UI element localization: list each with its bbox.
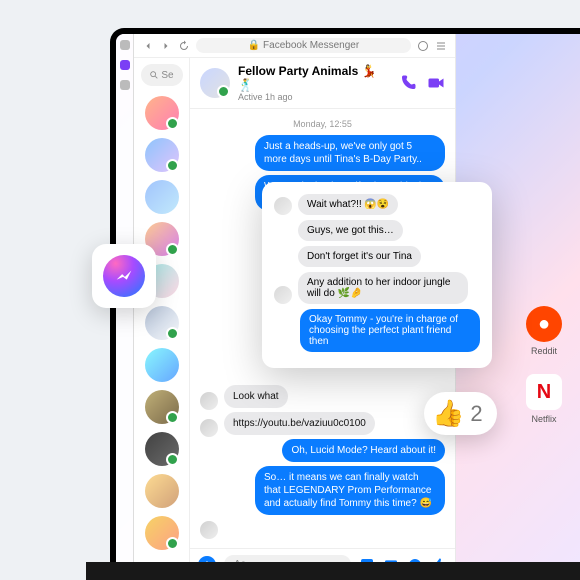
conversation-sidebar: Se: [134, 58, 190, 580]
chat-popup-card: Wait what?!! 😱😵 Guys, we got this… Don't…: [262, 182, 492, 368]
messenger-logo-card: [92, 244, 156, 308]
popup-row: Guys, we got this…: [274, 220, 480, 241]
browser-address-bar: 🔒 Facebook Messenger: [134, 34, 455, 58]
popup-message-received[interactable]: Don't forget it's our Tina: [298, 246, 421, 267]
laptop-base: [86, 562, 580, 580]
popup-row: Don't forget it's our Tina: [274, 246, 480, 267]
conversation-avatar[interactable]: [145, 390, 179, 424]
forward-icon[interactable]: [160, 40, 172, 52]
message-sent[interactable]: Just a heads-up, we've only got 5 more d…: [255, 135, 445, 171]
chat-subtitle: Active 1h ago: [238, 92, 391, 102]
menu-icon[interactable]: [435, 40, 447, 52]
lock-icon: 🔒: [248, 40, 260, 51]
popup-row: Any addition to her indoor jungle will d…: [274, 272, 480, 304]
conversation-avatar[interactable]: [145, 306, 179, 340]
messenger-icon: [103, 255, 145, 297]
smile-icon[interactable]: [417, 40, 429, 52]
conversation-avatar[interactable]: [145, 432, 179, 466]
popup-message-received[interactable]: Wait what?!! 😱😵: [298, 194, 398, 215]
search-icon: [149, 70, 159, 80]
chat-header: Fellow Party Animals 💃🕺 Active 1h ago: [190, 58, 455, 109]
back-icon[interactable]: [142, 40, 154, 52]
reaction-pill[interactable]: 👍 2: [424, 392, 497, 435]
rail-icon[interactable]: [120, 80, 130, 90]
reaction-count: 2: [470, 401, 482, 427]
conversation-avatar[interactable]: [145, 474, 179, 508]
day-stamp: Monday, 12:55: [200, 119, 445, 129]
conversation-avatar[interactable]: [145, 516, 179, 550]
message-received[interactable]: Look what: [224, 385, 288, 408]
address-field[interactable]: 🔒 Facebook Messenger: [196, 38, 411, 53]
conversation-avatar[interactable]: [145, 96, 179, 130]
phone-icon[interactable]: [399, 74, 417, 92]
search-text: Se: [161, 70, 173, 81]
thumbs-up-icon: 👍: [432, 398, 464, 429]
sender-avatar[interactable]: [200, 392, 218, 410]
message-row: [200, 521, 445, 539]
conversation-avatar[interactable]: [145, 180, 179, 214]
popup-message-received[interactable]: Guys, we got this…: [298, 220, 403, 241]
chat-title: Fellow Party Animals 💃🕺: [238, 64, 391, 92]
tile-label: Reddit: [526, 346, 562, 356]
message-received[interactable]: https://youtu.be/vaziuu0c0100: [224, 412, 375, 435]
conversation-avatar[interactable]: [145, 138, 179, 172]
conversation-avatar[interactable]: [145, 348, 179, 382]
rail-icon[interactable]: [120, 40, 130, 50]
message-sent[interactable]: So… it means we can finally watch that L…: [255, 466, 445, 515]
page-title: Facebook Messenger: [263, 40, 359, 51]
netflix-icon: N: [526, 374, 562, 410]
message-row: Look what: [200, 383, 445, 410]
sender-avatar[interactable]: [274, 286, 292, 304]
sender-avatar[interactable]: [274, 197, 292, 215]
popup-message-received[interactable]: Any addition to her indoor jungle will d…: [298, 272, 468, 304]
refresh-icon[interactable]: [178, 40, 190, 52]
message-sent[interactable]: Oh, Lucid Mode? Heard about it!: [282, 439, 445, 462]
tile-label: Netflix: [526, 414, 562, 424]
sidebar-search[interactable]: Se: [141, 64, 183, 86]
popup-message-sent[interactable]: Okay Tommy - you're in charge of choosin…: [300, 309, 480, 352]
speed-dial-reddit[interactable]: ● Reddit: [526, 306, 562, 356]
video-icon[interactable]: [427, 74, 445, 92]
popup-row: Wait what?!! 😱😵: [274, 194, 480, 215]
sender-avatar[interactable]: [200, 521, 218, 539]
speed-dial-netflix[interactable]: N Netflix: [526, 374, 562, 424]
rail-tab-icon[interactable]: [120, 60, 130, 70]
message-row: https://youtu.be/vaziuu0c0100: [200, 410, 445, 437]
reddit-icon: ●: [526, 306, 562, 342]
chat-header-avatar[interactable]: [200, 68, 230, 98]
sender-avatar[interactable]: [200, 419, 218, 437]
